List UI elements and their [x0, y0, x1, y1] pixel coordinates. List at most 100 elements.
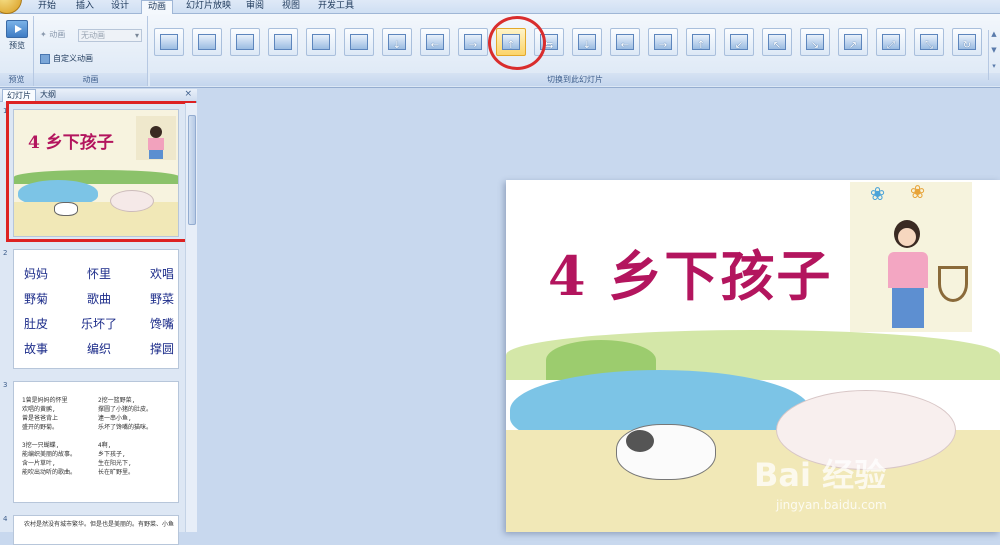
close-icon[interactable]: × — [184, 89, 192, 99]
transition-cover-down-left-icon: ↙ — [730, 34, 748, 51]
transition-wheel-icon: ↻ — [958, 34, 976, 51]
vocabulary-row: 故事 编织 撑圆 — [24, 337, 174, 362]
vocabulary-word: 撑圆 — [149, 342, 174, 356]
transition-cut-through-black-icon — [312, 34, 330, 50]
slide-number: 3 — [3, 381, 8, 389]
transition-push-up-icon: ↑ — [692, 34, 710, 51]
transition-cover-down-left-button[interactable]: ↙ — [724, 28, 754, 56]
preview-button-label: 预览 — [9, 41, 25, 50]
transition-arrow-icon: ↗ — [848, 40, 858, 51]
custom-animation-icon — [40, 53, 50, 64]
vocabulary-word: 野菜 — [149, 292, 174, 306]
butterfly-icon: ❀ — [910, 182, 926, 203]
transition-arrow-icon: ↙ — [734, 40, 744, 51]
transitions-group: ↓ ← → ↑ ⇆ ↓ ← → ↑ ↙ ↖ ↘ ↗ ⤢ ⤡ ↻ 切换到此幻灯片 — [150, 16, 1000, 86]
transition-push-down-button[interactable]: ↓ — [572, 28, 602, 56]
transition-wipe-right-button[interactable]: → — [458, 28, 488, 56]
preview-button[interactable]: 预览 — [2, 18, 32, 66]
butterfly-icon: ❀ — [870, 184, 886, 205]
transition-cover-up-left-icon: ↖ — [768, 34, 786, 51]
transition-arrow-icon: ⤢ — [887, 40, 895, 51]
transition-cover-up-right-icon: ↗ — [844, 34, 862, 51]
vocabulary-row: 妈妈 怀里 欢唱 — [24, 262, 174, 287]
vocabulary-word: 妈妈 — [24, 267, 49, 281]
transition-zoom-out-button[interactable]: ⤡ — [914, 28, 944, 56]
transition-arrow-icon: → — [658, 40, 668, 51]
vocabulary-word: 馋嘴 — [149, 317, 174, 331]
transition-arrow-icon: → — [468, 40, 478, 51]
transition-push-left-button[interactable]: ← — [610, 28, 640, 56]
tab-developer[interactable]: 开发工具 — [318, 0, 354, 14]
custom-animation-button[interactable]: 自定义动画 — [40, 53, 93, 64]
transition-fade-through-black-icon — [236, 34, 254, 50]
animation-dropdown[interactable]: 无动画 — [78, 29, 142, 42]
preview-icon — [6, 20, 28, 38]
preview-group-label: 预览 — [0, 73, 33, 86]
vocabulary-list: 妈妈 怀里 欢唱 野菊 歌曲 野菜 肚皮 乐坏了 馋嘴 故事 编织 撑圆 — [24, 262, 174, 362]
transitions-group-label: 切换到此幻灯片 — [150, 73, 1000, 86]
preview-group: 预览 预览 — [0, 16, 34, 86]
transition-fade-through-black-button[interactable] — [230, 28, 260, 56]
transition-push-up-button[interactable]: ↑ — [686, 28, 716, 56]
slides-panel: 幻灯片 大纲 × 1 4 乡下孩子 2 妈妈 怀里 欢唱 野菊 歌曲 野菜 肚皮 乐坏了 馋嘴故… — [0, 89, 197, 545]
transition-cut-icon — [274, 34, 292, 50]
vocabulary-row: 野菊 歌曲 野菜 — [24, 287, 174, 312]
transition-zoom-in-button[interactable]: ⤢ — [876, 28, 906, 56]
slide-thumbnail-3[interactable]: 1曾是妈妈的怀里 欢唱的黄鹂, 曾是爸爸背上 盛开的野菊。 3挖一只蝴蝶, 能编… — [13, 381, 179, 503]
vocabulary-word: 野菊 — [24, 292, 49, 306]
transition-cover-down-right-icon: ↘ — [806, 34, 824, 51]
transition-cover-up-right-button[interactable]: ↗ — [838, 28, 868, 56]
slide-thumbnail-4[interactable]: 农村是然没有城市繁华。但是也是美丽的。有野菜、小鱼 — [13, 515, 179, 545]
slide-number: 4 — [3, 515, 8, 523]
office-button[interactable] — [0, 0, 22, 14]
vocabulary-word: 乐坏了 — [80, 317, 117, 331]
transition-arrow-icon: ↓ — [582, 40, 592, 51]
poem-left: 1曾是妈妈的怀里 欢唱的黄鹂, 曾是爸爸背上 盛开的野菊。 3挖一只蝴蝶, 能编… — [22, 397, 77, 476]
transition-push-right-button[interactable]: → — [648, 28, 678, 56]
transition-wipe-left-button[interactable]: ← — [420, 28, 450, 56]
transition-cut-through-black-button[interactable] — [306, 28, 336, 56]
transition-no-transition-icon — [160, 34, 178, 50]
panel-scrollbar[interactable] — [185, 103, 197, 532]
panel-scrollbar-thumb[interactable] — [188, 115, 196, 225]
tab-review[interactable]: 审阅 — [246, 0, 264, 14]
transition-zoom-in-icon: ⤢ — [882, 34, 900, 51]
gallery-scroll[interactable]: ▲ ▼ ▾ — [988, 30, 999, 80]
transition-zoom-out-icon: ⤡ — [920, 34, 938, 51]
slide-title[interactable]: 4 乡下孩子 — [548, 232, 832, 311]
transition-arrow-icon: ↻ — [962, 40, 972, 51]
vocabulary-row: 肚皮 乐坏了 馋嘴 — [24, 312, 174, 337]
slide-canvas[interactable]: 4 乡下孩子 ❀ ❀ Bai 经验 jingyan.baidu.com — [506, 180, 1000, 532]
transition-wipe-down-icon: ↓ — [388, 34, 406, 51]
animation-group: ✦ 动画 无动画 自定义动画 动画 — [34, 16, 148, 86]
watermark-url: jingyan.baidu.com — [776, 498, 887, 512]
transition-cut-button[interactable] — [268, 28, 298, 56]
tab-insert[interactable]: 插入 — [76, 0, 94, 14]
transition-cover-down-right-button[interactable]: ↘ — [800, 28, 830, 56]
transition-wipe-down-button[interactable]: ↓ — [382, 28, 412, 56]
vocabulary-word: 故事 — [24, 342, 49, 356]
transition-fade-smooth-button[interactable] — [192, 28, 222, 56]
transition-wheel-button[interactable]: ↻ — [952, 28, 982, 56]
transition-no-transition-button[interactable] — [154, 28, 184, 56]
tab-slideshow[interactable]: 幻灯片放映 — [186, 0, 231, 14]
animation-label: ✦ 动画 — [40, 30, 66, 39]
transition-arrow-icon: ⤡ — [925, 40, 933, 51]
tab-animation[interactable]: 动画 — [141, 0, 174, 15]
animation-star-icon: ✦ — [40, 30, 47, 39]
transition-dissolve-button[interactable] — [344, 28, 374, 56]
vocabulary-word: 编织 — [86, 342, 111, 356]
watermark-logo: Bai 经验 — [754, 456, 887, 494]
transition-push-down-icon: ↓ — [578, 34, 596, 51]
transition-push-right-icon: → — [654, 34, 672, 51]
slide-thumbnail-2[interactable]: 妈妈 怀里 欢唱 野菊 歌曲 野菜 肚皮 乐坏了 馋嘴 故事 编织 撑圆 — [13, 249, 179, 369]
tab-design[interactable]: 设计 — [111, 0, 129, 14]
transition-arrow-icon: ← — [430, 40, 440, 51]
transition-push-left-icon: ← — [616, 34, 634, 51]
highlight-circle — [488, 16, 546, 70]
transition-arrow-icon: ↘ — [810, 40, 820, 51]
tab-home[interactable]: 开始 — [38, 0, 56, 14]
tab-view[interactable]: 视图 — [282, 0, 300, 14]
transition-cover-up-left-button[interactable]: ↖ — [762, 28, 792, 56]
transition-arrow-icon: ↖ — [772, 40, 782, 51]
